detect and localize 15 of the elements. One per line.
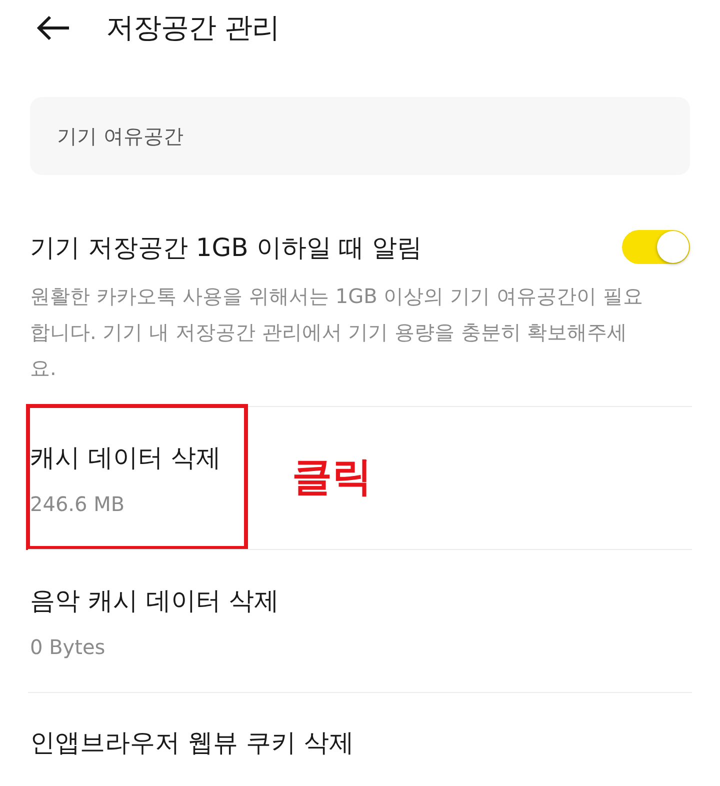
list-item[interactable]: 음악 캐시 데이터 삭제 0 Bytes <box>28 549 692 692</box>
list-item-label: 음악 캐시 데이터 삭제 <box>29 584 280 616</box>
page-title: 저장공간 관리 <box>106 10 280 46</box>
list-item[interactable]: 인앱브라우저 웹뷰 쿠키 삭제 <box>28 692 692 786</box>
toggle-switch[interactable] <box>622 230 690 264</box>
list-item-detail: 0 Bytes <box>29 634 106 658</box>
setting-description: 원활한 카카오톡 사용을 위해서는 1GB 이상의 기기 여유공간이 필요합니다. 기기 내 저장공간 관리에서 기기 용량을 충분히 확보해주세요. <box>30 283 644 382</box>
list-item[interactable]: 캐시 데이터 삭제 246.6 MB 클릭 <box>28 406 692 549</box>
list-item-label: 인앱브라우저 웹뷰 쿠키 삭제 <box>29 726 355 758</box>
setting-label: 기기 저장공간 1GB 이하일 때 알림 <box>30 232 422 264</box>
card-label: 기기 여유공간 <box>57 122 184 150</box>
back-arrow-icon[interactable] <box>36 15 70 41</box>
list-item-detail: 246.6 MB <box>29 492 126 516</box>
list-item-label: 캐시 데이터 삭제 <box>29 442 222 474</box>
annotation-label: 클릭 <box>292 453 372 502</box>
